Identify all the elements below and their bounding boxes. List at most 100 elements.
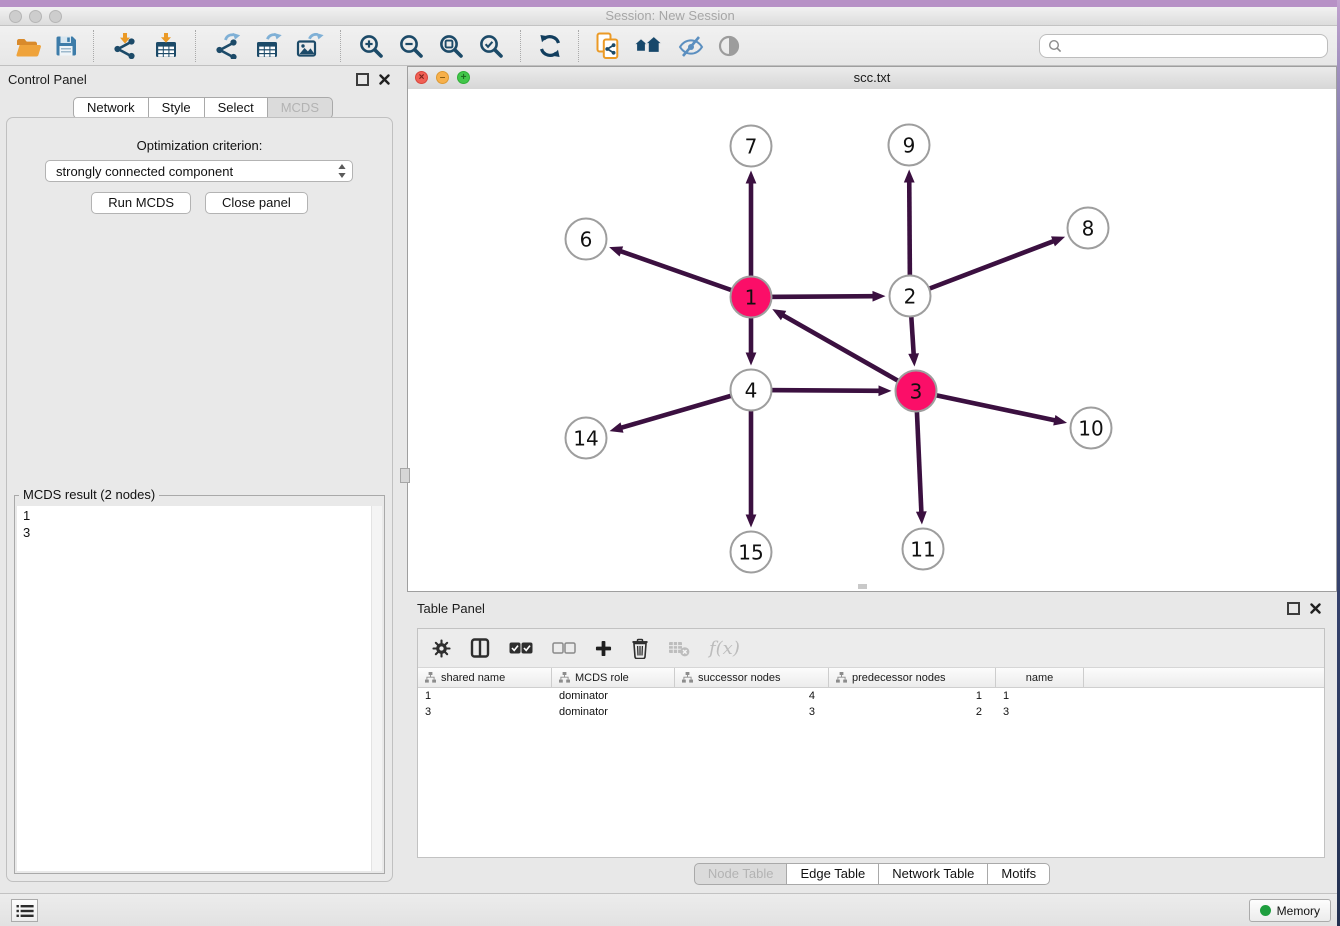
cell-successor-nodes: 3 (675, 704, 829, 720)
zoom-out-icon (398, 33, 424, 59)
graph-node-10[interactable]: 10 (1071, 408, 1112, 449)
graph-node-14[interactable]: 14 (566, 418, 607, 459)
add-column-button[interactable] (595, 640, 612, 657)
graph-node-15[interactable]: 15 (731, 532, 772, 573)
criterion-dropdown[interactable]: strongly connected component (45, 160, 353, 182)
dropdown-stepper-icon (337, 163, 347, 179)
search-icon (1048, 39, 1062, 53)
close-panel-button[interactable]: Close panel (205, 192, 308, 214)
open-session-button[interactable] (11, 33, 45, 59)
zoom-selected-button[interactable] (474, 31, 508, 61)
edge-4-14[interactable] (610, 390, 751, 433)
memory-label: Memory (1277, 904, 1320, 918)
svg-text:4: 4 (745, 379, 758, 403)
hide-selected-button[interactable] (674, 32, 708, 60)
svg-text:14: 14 (573, 427, 598, 451)
search-input[interactable] (1068, 38, 1319, 54)
run-mcds-button[interactable]: Run MCDS (91, 192, 191, 214)
column-header-shared-name[interactable]: shared name (418, 668, 552, 687)
float-table-panel-icon[interactable] (1287, 602, 1300, 615)
graph-node-11[interactable]: 11 (903, 529, 944, 570)
graph-node-3[interactable]: 3 (896, 371, 937, 412)
tab-node-table[interactable]: Node Table (694, 863, 788, 885)
export-network-button[interactable] (209, 31, 245, 61)
task-history-button[interactable] (11, 899, 38, 922)
tab-edge-table[interactable]: Edge Table (786, 863, 879, 885)
column-header-name[interactable]: name (996, 668, 1084, 687)
column-header-successor-nodes[interactable]: successor nodes (675, 668, 829, 687)
network-maximize-button[interactable]: + (457, 71, 470, 84)
svg-text:11: 11 (910, 538, 935, 562)
graph-node-7[interactable]: 7 (731, 126, 772, 167)
tree-icon (425, 672, 436, 683)
column-header-label: name (1026, 672, 1054, 684)
select-all-columns-button[interactable] (509, 641, 533, 655)
graph-node-4[interactable]: 4 (731, 370, 772, 411)
tab-mcds[interactable]: MCDS (267, 97, 333, 119)
export-image-button[interactable] (292, 31, 328, 61)
svg-text:2: 2 (904, 285, 917, 309)
tab-network[interactable]: Network (73, 97, 149, 119)
edge-3-10[interactable] (916, 391, 1067, 426)
table-row[interactable]: 1dominator411 (418, 688, 1324, 704)
network-close-button[interactable]: × (415, 71, 428, 84)
edge-3-1[interactable] (772, 309, 916, 391)
zoom-fit-button[interactable] (434, 31, 468, 61)
first-neighbors-button[interactable] (630, 33, 668, 59)
delete-column-button[interactable] (631, 638, 649, 659)
edge-2-8[interactable] (910, 236, 1065, 296)
table-body: 1dominator4113dominator323 (418, 688, 1324, 720)
float-panel-icon[interactable] (356, 73, 369, 86)
search-box[interactable] (1039, 34, 1328, 58)
export-table-icon (255, 33, 282, 59)
unselect-all-columns-button[interactable] (552, 641, 576, 655)
table-row[interactable]: 3dominator323 (418, 704, 1324, 720)
import-table-button[interactable] (149, 31, 183, 61)
zoom-in-button[interactable] (354, 31, 388, 61)
memory-button[interactable]: Memory (1249, 899, 1331, 922)
export-table-button[interactable] (251, 31, 286, 61)
network-window-titlebar: × – + scc.txt (408, 67, 1336, 90)
refresh-button[interactable] (534, 31, 566, 61)
network-view-window: × – + scc.txt 1 2 3 4 6 7 8 9 10 11 14 15 (407, 66, 1337, 592)
table-toolbar: f(x) (418, 629, 1324, 668)
save-session-button[interactable] (51, 33, 81, 59)
graph-node-8[interactable]: 8 (1068, 208, 1109, 249)
show-columns-button[interactable] (470, 638, 490, 658)
add-column-icon (595, 640, 612, 657)
tab-select[interactable]: Select (204, 97, 268, 119)
mcds-result-textarea[interactable]: 1 3 (17, 506, 382, 871)
zoom-out-button[interactable] (394, 31, 428, 61)
tab-motifs[interactable]: Motifs (987, 863, 1050, 885)
optimization-criterion-label: Optimization criterion: (7, 138, 392, 153)
network-window-title: scc.txt (408, 67, 1336, 88)
function-builder-button[interactable]: f(x) (709, 638, 740, 659)
network-minimize-button[interactable]: – (436, 71, 449, 84)
trash-icon (631, 638, 649, 659)
tab-style[interactable]: Style (148, 97, 205, 119)
column-header-mcds-role[interactable]: MCDS role (552, 668, 675, 687)
canvas-hscroll-handle[interactable] (858, 584, 867, 589)
network-graph: 1 2 3 4 6 7 8 9 10 11 14 15 (408, 89, 1336, 591)
column-header-predecessor-nodes[interactable]: predecessor nodes (829, 668, 996, 687)
export-network-icon (213, 33, 241, 59)
toolbar-separator (520, 30, 522, 62)
graph-node-1[interactable]: 1 (731, 277, 772, 318)
close-table-panel-icon[interactable] (1310, 603, 1321, 614)
tab-network-table[interactable]: Network Table (878, 863, 988, 885)
graph-node-2[interactable]: 2 (890, 276, 931, 317)
close-panel-icon[interactable] (379, 74, 390, 85)
show-all-button[interactable] (714, 33, 744, 59)
table-panel-title: Table Panel (417, 601, 485, 616)
edge-1-6[interactable] (609, 246, 751, 297)
delete-table-button[interactable] (668, 639, 690, 657)
column-header-filler (1084, 668, 1324, 687)
clone-network-button[interactable] (592, 30, 624, 62)
mcds-result-scrollbar[interactable] (371, 506, 382, 871)
panel-splitter-handle[interactable] (400, 468, 410, 483)
import-network-button[interactable] (107, 31, 143, 61)
graph-node-9[interactable]: 9 (889, 125, 930, 166)
graph-node-6[interactable]: 6 (566, 219, 607, 260)
network-canvas[interactable]: 1 2 3 4 6 7 8 9 10 11 14 15 (408, 89, 1336, 591)
table-settings-button[interactable] (432, 639, 451, 658)
